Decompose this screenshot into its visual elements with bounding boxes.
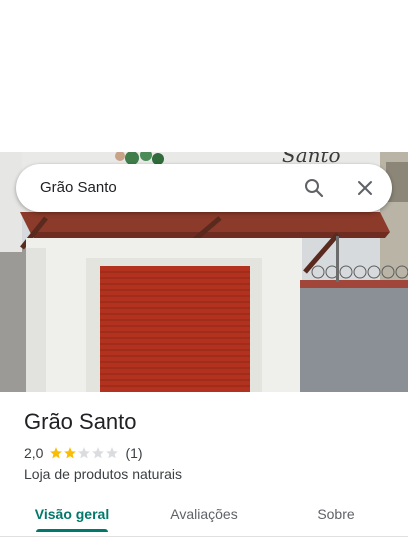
active-tab-indicator <box>36 529 108 532</box>
tab-reviews[interactable]: Avaliações <box>156 496 252 532</box>
rating-value: 2,0 <box>24 445 44 461</box>
star-icon <box>78 447 91 459</box>
search-bar[interactable]: Grão Santo <box>16 164 392 212</box>
star-icon <box>64 447 77 459</box>
star-icon <box>92 447 105 459</box>
close-icon[interactable] <box>353 176 377 200</box>
tab-about[interactable]: Sobre <box>296 496 376 532</box>
map-top-area <box>0 0 408 152</box>
search-input[interactable]: Grão Santo <box>40 164 117 212</box>
place-category[interactable]: Loja de produtos naturais <box>24 464 182 484</box>
review-count[interactable]: (1) <box>125 445 142 461</box>
place-title: Grão Santo <box>24 409 137 434</box>
tabs-divider <box>0 536 408 537</box>
rating-row[interactable]: 2,0 (1) <box>24 443 143 463</box>
tab-overview[interactable]: Visão geral <box>24 496 120 532</box>
search-icon[interactable] <box>302 176 326 200</box>
star-icon <box>106 447 119 459</box>
star-icon <box>50 447 63 459</box>
rating-stars <box>49 446 119 460</box>
place-tabs: Visão geral Avaliações Sobre <box>0 496 408 536</box>
